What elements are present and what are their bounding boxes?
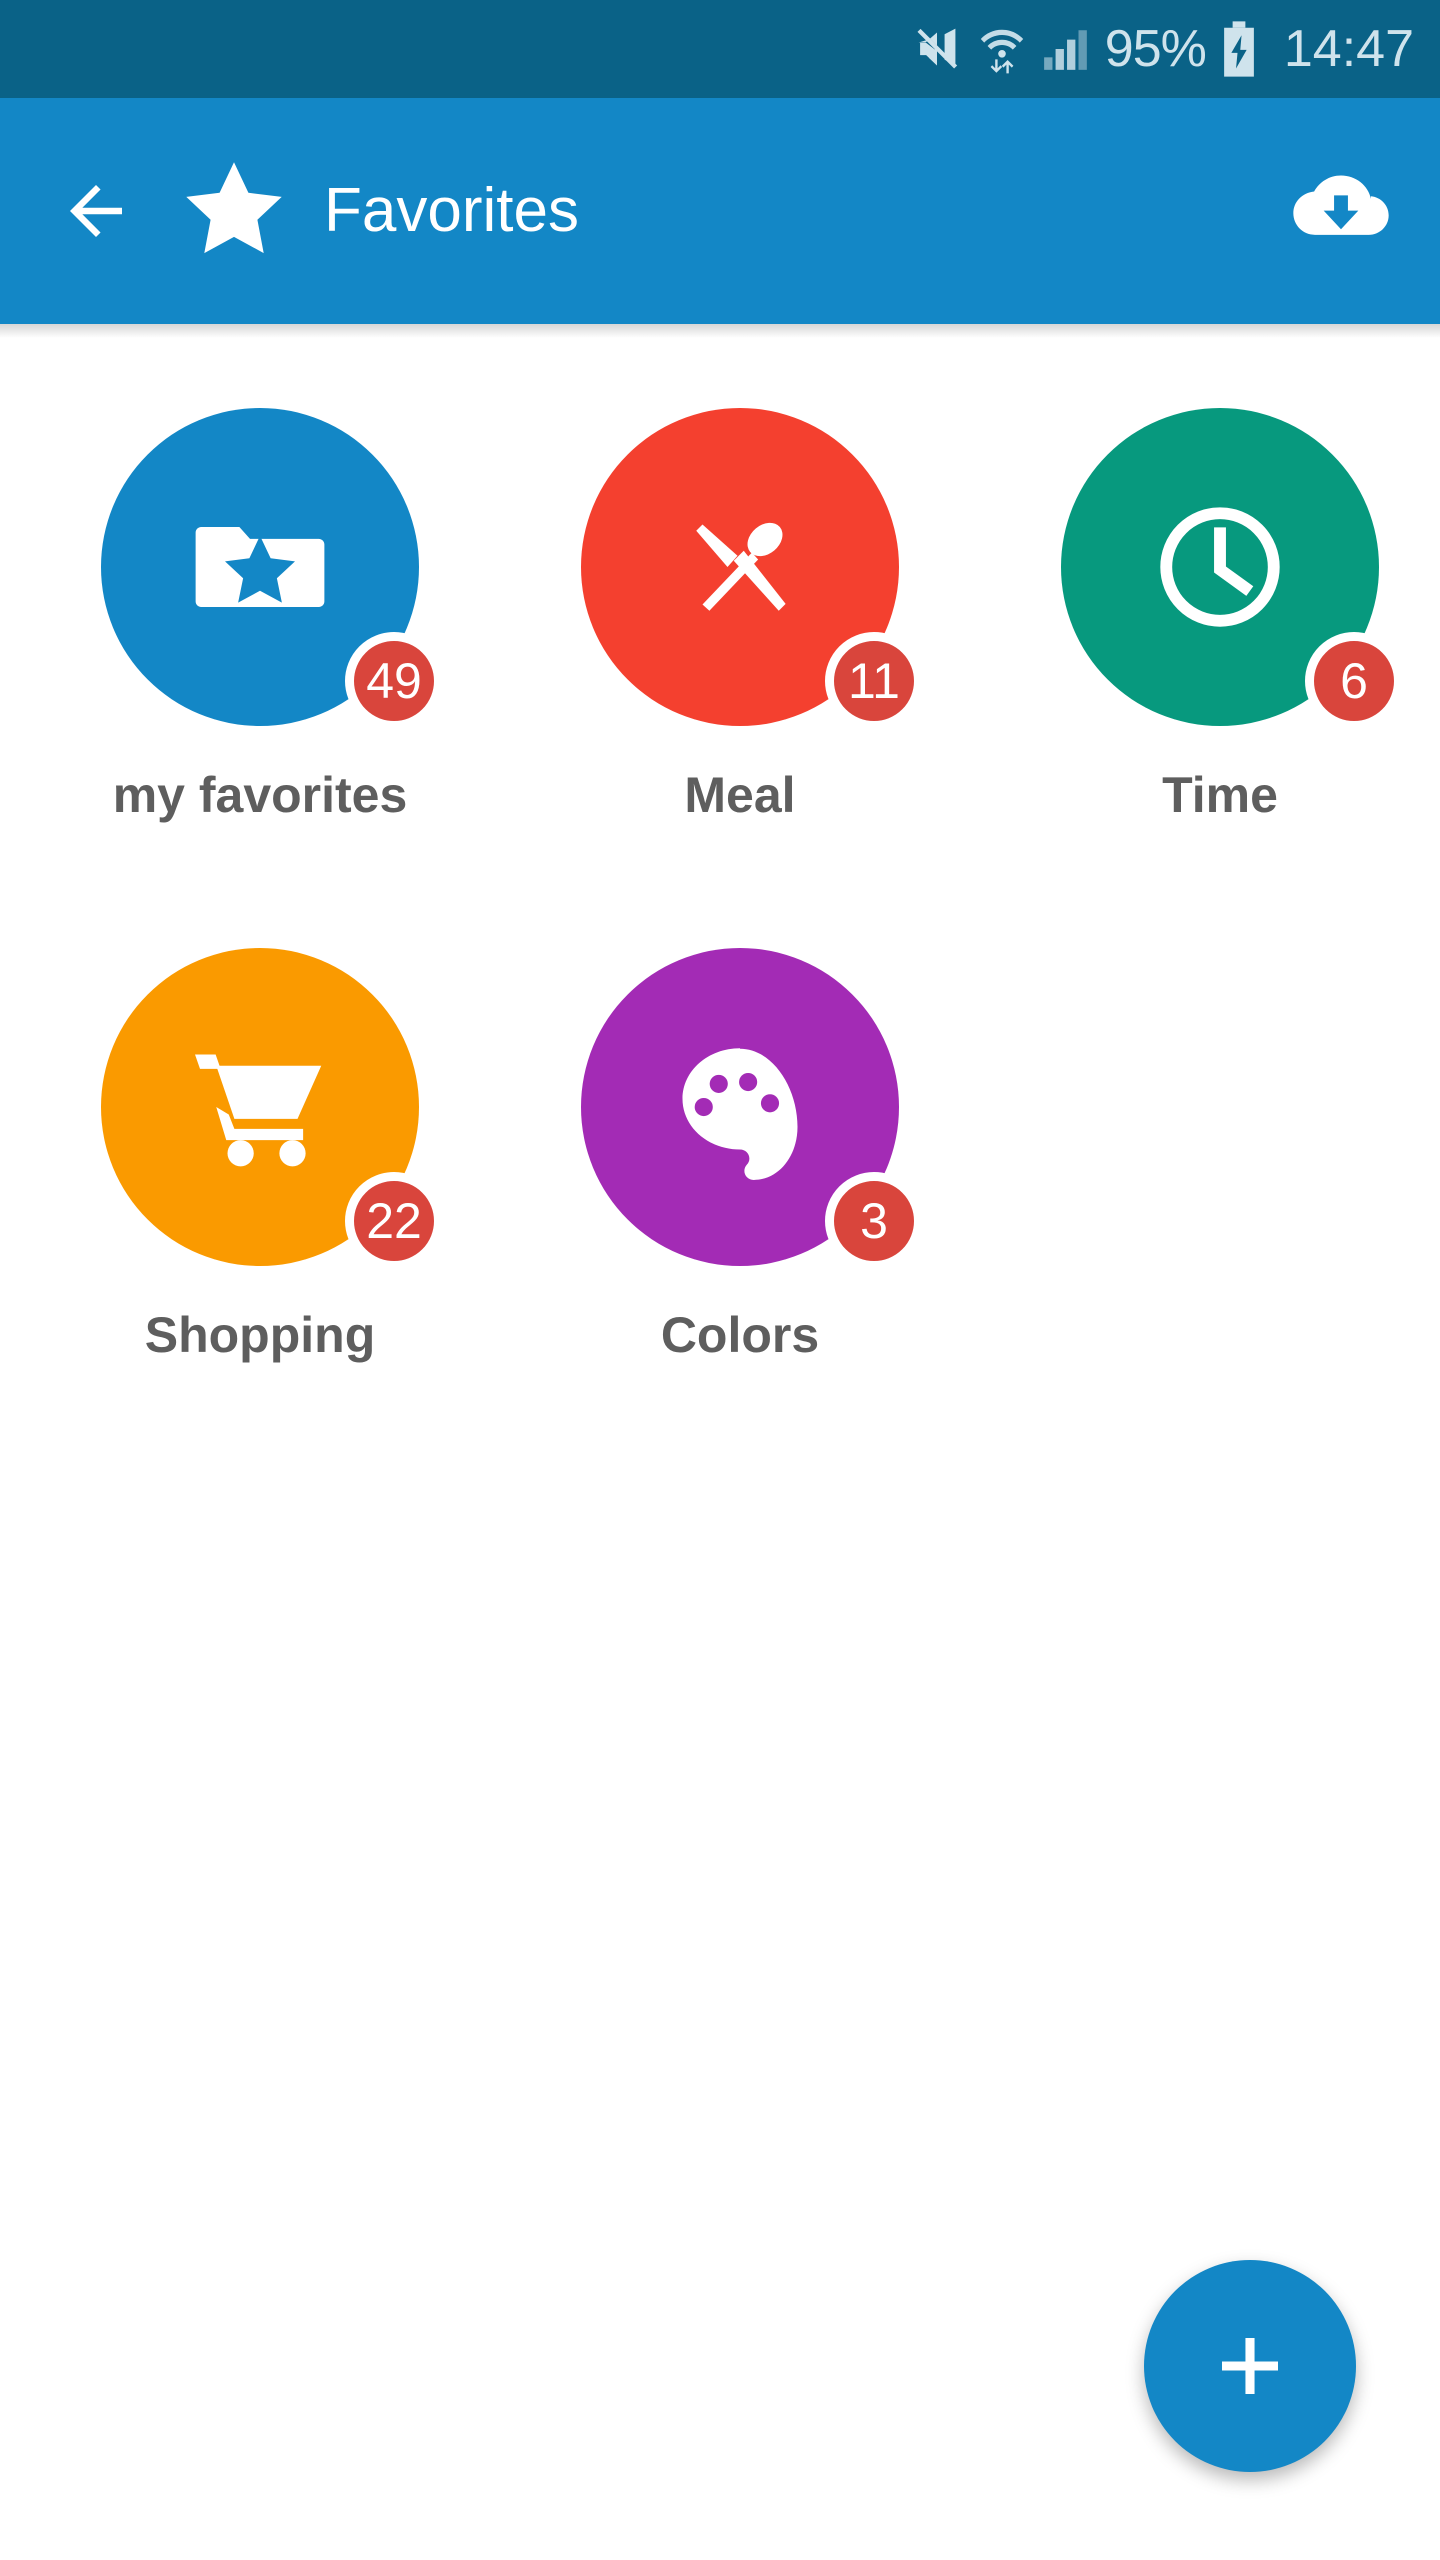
category-label: Meal — [684, 767, 796, 823]
mute-icon — [911, 23, 963, 75]
status-bar: 95% 14:47 — [0, 0, 1440, 98]
category-cell-meal[interactable]: 11 Meal — [520, 408, 960, 948]
add-fab-button[interactable] — [1144, 2260, 1356, 2472]
clock-icon — [1160, 507, 1280, 627]
cloud-download-icon — [1293, 175, 1389, 235]
category-cell-time[interactable]: 6 Time — [1000, 408, 1440, 948]
app-bar: Favorites — [0, 98, 1440, 324]
shopping-cart-icon — [195, 1054, 322, 1167]
category-circle-wrap: 49 — [101, 408, 443, 730]
folder-star-icon — [195, 527, 325, 607]
category-label: Time — [1162, 767, 1278, 823]
battery-percent-label: 95% — [1104, 20, 1207, 78]
category-label: Colors — [660, 1307, 820, 1363]
page-title: Favorites — [324, 176, 579, 245]
category-cell-shopping[interactable]: 22 Shopping — [40, 948, 480, 1488]
status-clock: 14:47 — [1283, 20, 1414, 78]
wifi-transfer-icon — [977, 23, 1027, 75]
cloud-download-button[interactable] — [1286, 156, 1396, 266]
category-label: Shopping — [144, 1307, 376, 1363]
badge-count: 11 — [825, 632, 923, 730]
category-cell-my-favorites[interactable]: 49 my favorites — [40, 408, 480, 948]
category-label: my favorites — [112, 767, 408, 823]
cellular-signal-icon — [1041, 24, 1091, 74]
badge-count: 49 — [345, 632, 443, 730]
back-button[interactable] — [56, 171, 136, 251]
badge-count: 3 — [825, 1172, 923, 1270]
badge-count: 6 — [1305, 632, 1403, 730]
badge-count: 22 — [345, 1172, 443, 1270]
category-cell-colors[interactable]: 3 Colors — [520, 948, 960, 1488]
app-bar-title-group: Favorites — [180, 155, 1286, 268]
category-circle-wrap: 11 — [581, 408, 923, 730]
category-circle-wrap: 3 — [581, 948, 923, 1270]
category-grid: 49 my favorites 11 Meal 6 Time 22 Shoppi… — [0, 408, 1440, 1488]
star-icon — [180, 155, 288, 268]
cutlery-icon — [696, 522, 786, 611]
back-arrow-icon — [70, 185, 122, 237]
category-circle-wrap: 22 — [101, 948, 443, 1270]
content-area: 49 my favorites 11 Meal 6 Time 22 Shoppi… — [0, 338, 1440, 2560]
app-bar-shadow — [0, 324, 1440, 338]
battery-charging-icon — [1222, 21, 1256, 77]
status-icons: 95% 14:47 — [911, 21, 1414, 77]
plus-icon — [1222, 2338, 1278, 2394]
palette-icon — [682, 1048, 798, 1180]
category-circle-wrap: 6 — [1061, 408, 1403, 730]
